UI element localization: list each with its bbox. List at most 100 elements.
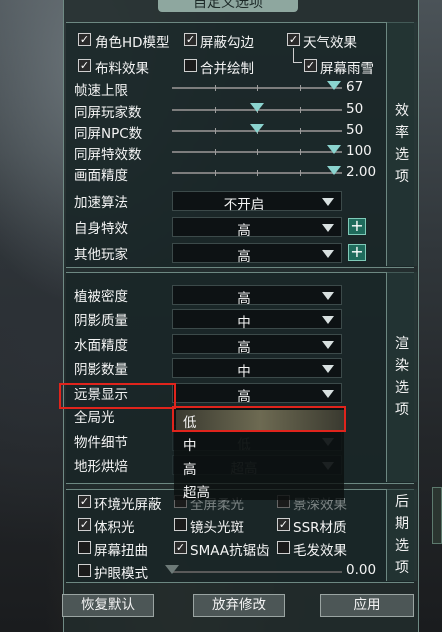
slider-thumb-same-screen-players[interactable] [250,103,264,112]
efficiency-tab-char: 效 [395,103,409,119]
weather-link-connector [293,48,302,63]
character-hd-label: 角色HD模型 [95,35,170,51]
slider-label-same-screen-players: 同屏玩家数 [74,105,142,121]
cloth-checkbox[interactable]: ✓ [78,59,91,72]
smaa-checkbox[interactable]: ✓ [174,541,187,554]
render-label-vegetation-density: 植被密度 [74,289,128,305]
apply-button[interactable]: 应用 [320,594,414,617]
slider-tick [257,85,258,91]
render-tab-char: 选 [395,380,409,396]
screen-rain-label: 屏幕雨雪 [320,61,374,77]
ambient-occlusion-label: 环境光屏蔽 [94,497,162,513]
slider-tick [299,85,301,91]
slider-tick [214,128,216,134]
chevron-down-icon [322,198,334,206]
efficiency-tab-char: 项 [395,169,409,185]
slider-label-frame-limit: 帧速上限 [74,83,128,99]
hair-checkbox[interactable] [277,541,290,554]
menu-item-high[interactable]: 高 [183,458,197,478]
slider-label-same-screen-effects: 同屏特效数 [74,147,142,163]
eye-care-slider-track[interactable] [172,571,342,573]
render-dropdown-water-precision[interactable]: 高 [172,334,342,356]
slider-tick [214,170,216,176]
chevron-down-icon [322,292,334,300]
eye-care-checkbox[interactable] [78,564,91,577]
outline-block-checkbox[interactable]: ✓ [184,33,197,46]
dropdown-label-self-effects: 自身特效 [74,221,128,237]
lens-flare-checkbox[interactable] [174,518,187,531]
dropdown-value: 高 [237,223,251,239]
dropdown-label-accel-algorithm: 加速算法 [74,195,128,211]
dropdown-value: 高 [237,291,251,307]
eye-care-slider-thumb[interactable] [165,565,179,574]
panel-title: 自定义选项 [193,0,263,11]
slider-tick [299,107,301,113]
post-tab-char: 项 [395,560,409,576]
eye-care-label: 护眼模式 [94,566,148,582]
chevron-down-icon [322,224,334,232]
post-tab-char: 选 [395,538,409,554]
screen-distortion-checkbox[interactable] [78,541,91,554]
slider-tick [214,149,216,155]
slider-tick [257,149,258,155]
render-tab-char: 项 [395,402,409,418]
character-hd-checkbox[interactable]: ✓ [78,33,91,46]
chevron-down-icon [322,341,334,349]
slider-tick [214,107,216,113]
dropdown-value: 不开启 [223,197,265,213]
slider-tick [214,85,216,91]
volumetric-light-label: 体积光 [94,520,135,536]
discard-changes-button[interactable]: 放弃修改 [193,594,285,617]
dropdown-self-effects[interactable]: 高 [172,217,342,239]
open-option-highlight [172,406,346,432]
post-tab-char: 期 [395,516,409,532]
render-label-global-light: 全局光 [74,410,115,426]
render-dropdown-far-view[interactable]: 高 [172,383,342,405]
render-dropdown-shadow-count[interactable]: 中 [172,358,342,380]
slider-value-image-precision: 2.00 [346,164,377,180]
slider-label-image-precision: 画面精度 [74,168,128,184]
outline-block-label: 屏蔽勾边 [200,35,254,51]
slider-thumb-same-screen-effects[interactable] [326,145,341,154]
slider-value-same-screen-players: 50 [346,101,364,117]
dropdown-other-players[interactable]: 高 [172,243,342,265]
ambient-occlusion-checkbox[interactable]: ✓ [78,495,91,508]
volumetric-light-checkbox[interactable]: ✓ [78,518,91,531]
render-label-object-detail: 物件细节 [74,435,128,451]
lens-flare-label: 镜头光斑 [190,520,244,536]
weather-checkbox[interactable]: ✓ [287,33,300,46]
dropdown-value: 高 [237,340,251,356]
post-tab: 后 期 选 项 [386,489,417,581]
chevron-down-icon [322,316,334,324]
menu-item-ultra[interactable]: 超高 [183,481,210,501]
post-tab-char: 后 [395,494,409,510]
slider-label-same-screen-npc: 同屏NPC数 [74,126,143,142]
chevron-down-icon [322,250,334,258]
slider-thumb-image-precision[interactable] [326,166,341,175]
side-scrollbar[interactable] [432,487,442,544]
menu-item-medium[interactable]: 中 [183,434,197,454]
dropdown-accel-algorithm[interactable]: 不开启 [172,191,342,213]
slider-tick [257,170,258,176]
slider-value-frame-limit: 67 [346,79,364,95]
slider-value-same-screen-npc: 50 [346,122,364,138]
dropdown-value: 中 [237,364,251,380]
ssr-checkbox[interactable]: ✓ [277,518,290,531]
render-tab-char: 染 [395,358,409,374]
weather-label: 天气效果 [303,35,357,51]
slider-thumb-frame-limit[interactable] [326,81,341,90]
render-label-shadow-count: 阴影数量 [74,362,128,378]
add-self-effects-button[interactable]: + [348,218,366,235]
render-dropdown-vegetation-density[interactable]: 高 [172,285,342,307]
slider-thumb-same-screen-npc[interactable] [250,124,264,133]
screen-rain-checkbox[interactable]: ✓ [304,59,317,72]
cloth-label: 布料效果 [95,61,149,77]
add-other-players-button[interactable]: + [348,244,366,261]
slider-tick [299,149,301,155]
eye-care-value: 0.00 [346,562,377,578]
restore-default-button[interactable]: 恢复默认 [62,594,154,617]
efficiency-tab-char: 选 [395,147,409,163]
render-dropdown-shadow-quality[interactable]: 中 [172,309,342,331]
merge-draw-checkbox[interactable] [184,59,197,72]
efficiency-tab: 效 率 选 项 [386,22,417,266]
